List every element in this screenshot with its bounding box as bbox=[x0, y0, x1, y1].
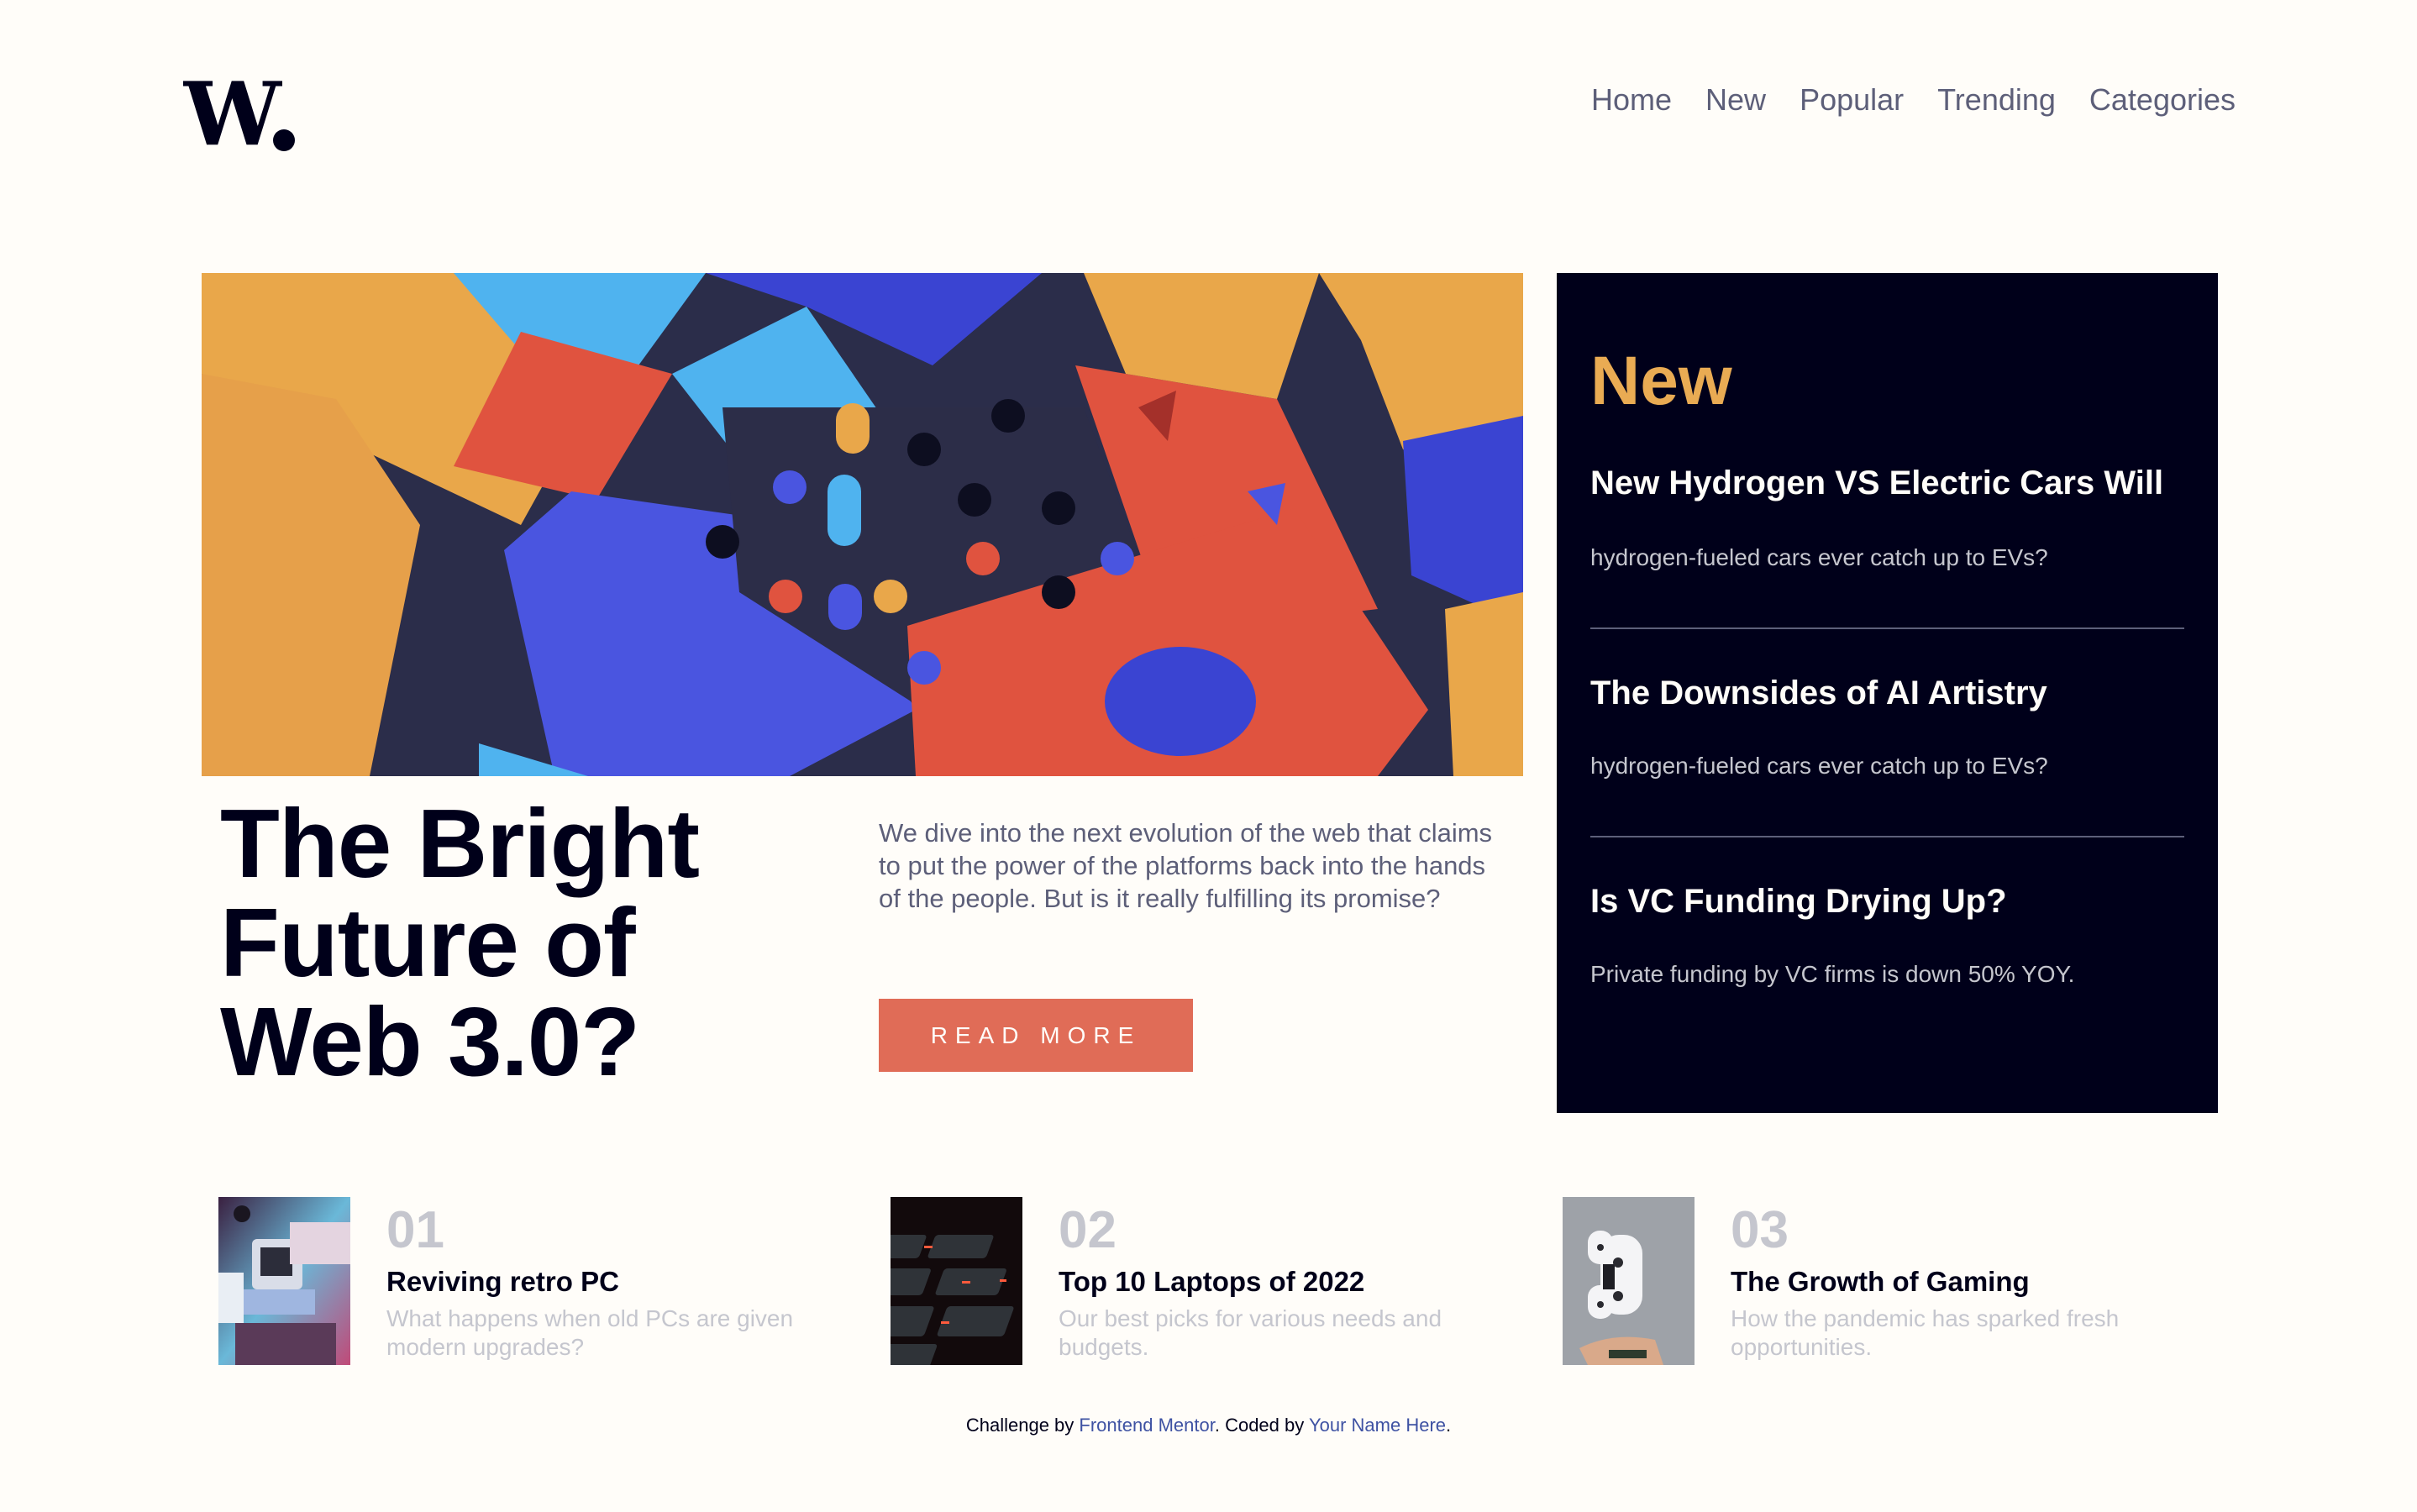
article-title[interactable]: Top 10 Laptops of 2022 bbox=[1059, 1266, 1364, 1298]
laptop-keyboard-image bbox=[891, 1197, 1022, 1365]
article-description: Our best picks for various needs and bud… bbox=[1059, 1305, 1442, 1360]
new-item-description: Private funding by VC firms is down 50% … bbox=[1590, 961, 2075, 987]
hero-image bbox=[202, 273, 1523, 776]
article-card[interactable]: 02 Top 10 Laptops of 2022 Our best picks… bbox=[891, 1197, 1521, 1365]
new-panel-title: New bbox=[1590, 343, 1732, 419]
frontend-mentor-link[interactable]: Frontend Mentor bbox=[1079, 1415, 1214, 1436]
logo-dot bbox=[273, 129, 295, 151]
new-item[interactable]: The Downsides of AI Artistry hydrogen-fu… bbox=[1590, 675, 2184, 779]
new-item[interactable]: New Hydrogen VS Electric Cars Will hydro… bbox=[1590, 465, 2184, 570]
article-description: What happens when old PCs are given mode… bbox=[386, 1305, 794, 1360]
divider bbox=[1590, 627, 2184, 629]
logo[interactable]: W bbox=[183, 77, 296, 153]
new-item-description: hydrogen-fueled cars ever catch up to EV… bbox=[1590, 753, 2048, 779]
new-item-title[interactable]: New Hydrogen VS Electric Cars Will bbox=[1590, 465, 2184, 502]
new-item-description: hydrogen-fueled cars ever catch up to EV… bbox=[1590, 544, 2048, 570]
game-controller-image bbox=[1563, 1197, 1695, 1365]
read-more-button[interactable]: READ MORE bbox=[879, 999, 1193, 1072]
hero-illustration bbox=[202, 273, 1523, 776]
article-description: How the pandemic has sparked fresh oppor… bbox=[1731, 1305, 2120, 1360]
hero-title: The Bright Future of Web 3.0? bbox=[220, 789, 700, 1096]
attribution-prefix: Challenge by bbox=[965, 1415, 1080, 1436]
new-item-title[interactable]: Is VC Funding Drying Up? bbox=[1590, 883, 2184, 921]
peg bbox=[836, 403, 870, 454]
nav-categories[interactable]: Categories bbox=[2089, 82, 2236, 118]
article-title[interactable]: The Growth of Gaming bbox=[1731, 1266, 2030, 1298]
article-thumbnail-retro-pc[interactable] bbox=[218, 1197, 350, 1365]
article-card[interactable]: 03 The Growth of Gaming How the pandemic… bbox=[1563, 1197, 2193, 1365]
article-number: 03 bbox=[1731, 1201, 1789, 1259]
author-link[interactable]: Your Name Here bbox=[1309, 1415, 1446, 1436]
article-card[interactable]: 01 Reviving retro PC What happens when o… bbox=[218, 1197, 849, 1365]
article-number: 01 bbox=[386, 1201, 444, 1259]
new-panel: New New Hydrogen VS Electric Cars Will h… bbox=[1557, 273, 2218, 1113]
article-title[interactable]: Reviving retro PC bbox=[386, 1266, 619, 1298]
hero-description: We dive into the next evolution of the w… bbox=[879, 818, 1493, 913]
article-thumbnail-gaming[interactable] bbox=[1563, 1197, 1695, 1365]
new-item-title[interactable]: The Downsides of AI Artistry bbox=[1590, 675, 2184, 712]
new-item[interactable]: Is VC Funding Drying Up? Private funding… bbox=[1590, 883, 2184, 987]
nav-new[interactable]: New bbox=[1705, 82, 1766, 118]
attribution: Challenge by Frontend Mentor. Coded by Y… bbox=[0, 1415, 2417, 1436]
article-number: 02 bbox=[1059, 1201, 1117, 1259]
divider bbox=[1590, 836, 2184, 837]
nav-popular[interactable]: Popular bbox=[1800, 82, 1904, 118]
article-thumbnail-laptops[interactable] bbox=[891, 1197, 1022, 1365]
main-nav: Home New Popular Trending Categories bbox=[1591, 82, 2236, 118]
retro-pc-image bbox=[218, 1197, 350, 1365]
nav-home[interactable]: Home bbox=[1591, 82, 1672, 118]
nav-trending[interactable]: Trending bbox=[1937, 82, 2056, 118]
attribution-suffix: . bbox=[1446, 1415, 1452, 1436]
logo-text: W bbox=[183, 77, 283, 153]
attribution-middle: . Coded by bbox=[1214, 1415, 1309, 1436]
